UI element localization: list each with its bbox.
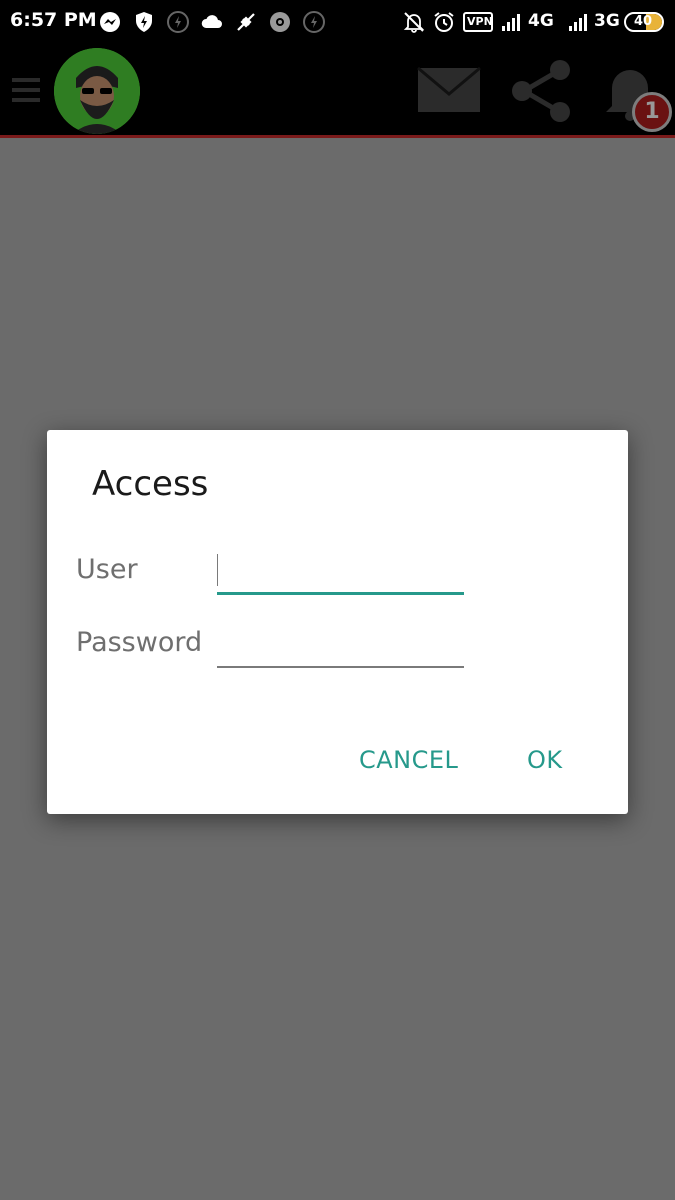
settings-icon bbox=[270, 12, 290, 32]
flash-off-icon bbox=[303, 11, 325, 33]
share-icon[interactable] bbox=[508, 58, 574, 124]
dialog-title: Access bbox=[92, 464, 209, 504]
text-cursor bbox=[217, 554, 218, 586]
cloud-icon bbox=[201, 15, 222, 28]
status-bar: 6:57 PM VPN 4G 3G 40 bbox=[0, 0, 675, 44]
password-label: Password bbox=[76, 627, 203, 658]
vpn-icon: VPN bbox=[463, 12, 493, 32]
alarm-icon bbox=[434, 12, 454, 32]
avatar[interactable] bbox=[54, 48, 140, 134]
app-bar: 1 bbox=[0, 44, 675, 138]
usb-debug-icon bbox=[237, 13, 255, 31]
flash-off-icon bbox=[167, 11, 189, 33]
shield-bolt-icon bbox=[136, 12, 152, 32]
messenger-icon bbox=[100, 12, 120, 32]
signal-icon bbox=[569, 14, 587, 31]
signal-icon bbox=[502, 14, 520, 31]
cancel-button[interactable]: CANCEL bbox=[359, 746, 458, 774]
user-label: User bbox=[76, 554, 138, 585]
vpn-label: VPN bbox=[467, 15, 493, 28]
password-input[interactable] bbox=[217, 626, 464, 668]
battery-icon: 40 bbox=[624, 12, 664, 32]
mail-icon[interactable] bbox=[416, 66, 482, 114]
ok-button[interactable]: OK bbox=[527, 746, 563, 774]
user-input[interactable] bbox=[217, 552, 464, 595]
access-dialog: Access User Password CANCEL OK bbox=[47, 430, 628, 814]
menu-icon[interactable] bbox=[12, 74, 40, 106]
battery-level: 40 bbox=[634, 14, 653, 29]
notification-badge: 1 bbox=[632, 92, 672, 132]
status-time: 6:57 PM bbox=[10, 9, 97, 31]
network-type-2: 3G bbox=[594, 11, 620, 31]
network-type-1: 4G bbox=[528, 11, 554, 31]
bell-off-icon bbox=[403, 12, 425, 33]
